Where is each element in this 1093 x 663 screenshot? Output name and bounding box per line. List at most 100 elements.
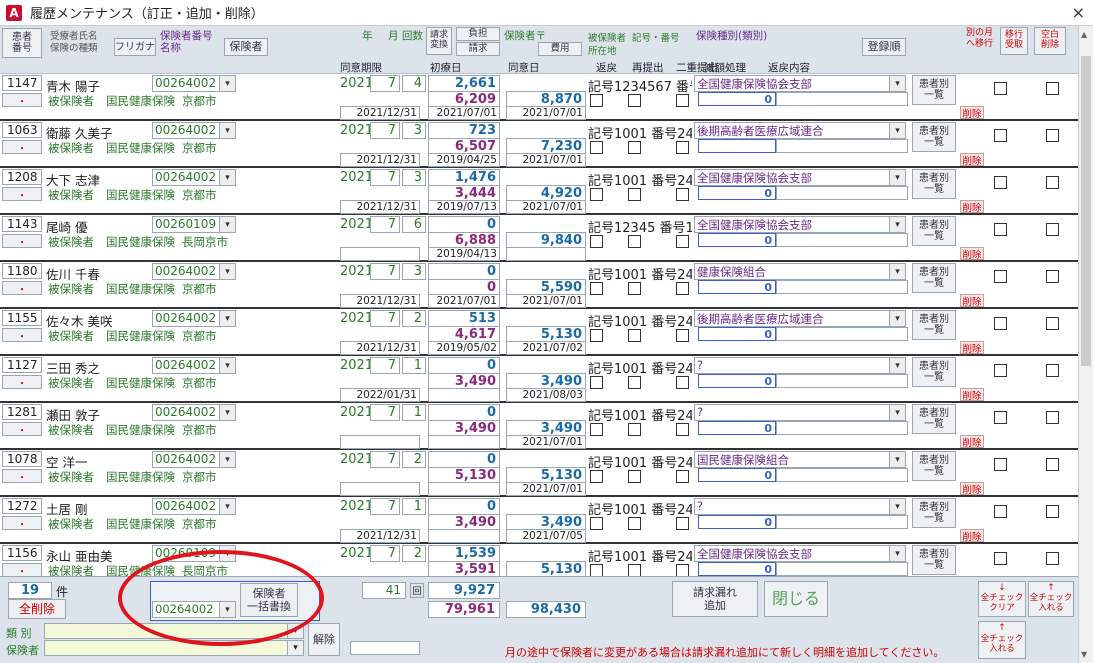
reduction-detail[interactable] (776, 468, 908, 482)
insurance-kind-select[interactable]: 全国健康保険協会支部 ▾ (694, 545, 906, 562)
year-value[interactable]: 2021 (340, 546, 373, 561)
insurer-sort-button[interactable]: 保険者 (224, 38, 268, 56)
fee-button[interactable]: 費用 (538, 42, 582, 56)
chevron-down-icon[interactable]: ▾ (219, 546, 235, 561)
check-all-button-1[interactable]: ↑ 全チェック 入れる (1028, 581, 1074, 617)
delete-button[interactable]: 削除 (960, 294, 984, 308)
burden-amount[interactable]: 0 (428, 357, 500, 374)
reduction-amount[interactable]: 0 (698, 327, 776, 341)
row-menu-button[interactable]: ・ (2, 234, 42, 249)
resubmit-checkbox[interactable] (628, 329, 641, 342)
consent-date[interactable]: 2021/07/02 (506, 341, 586, 355)
reduction-amount[interactable]: 0 (698, 233, 776, 247)
table-row[interactable]: 1281 瀬田 敦子 00264002 ▾ ・ 被保険者 国民健康保険 京都市 … (0, 403, 1078, 450)
patient-list-button[interactable]: 患者別 一覧 (912, 169, 956, 199)
burden-amount[interactable]: 723 (428, 122, 500, 139)
patient-id[interactable]: 1143 (2, 216, 42, 232)
transfer-receive-button[interactable]: 移行 受取 (1000, 27, 1028, 55)
count-field[interactable]: 1 (402, 498, 426, 515)
reduction-detail[interactable] (776, 327, 908, 341)
resubmit-checkbox[interactable] (628, 188, 641, 201)
fee-amount[interactable]: 5,590 (506, 279, 586, 295)
resubmit-checkbox[interactable] (628, 141, 641, 154)
burden-amount[interactable]: 0 (428, 451, 500, 468)
vertical-scrollbar[interactable]: ▲ ▼ (1078, 26, 1093, 663)
claim-amount[interactable]: 3,490 (428, 514, 500, 530)
patient-list-button[interactable]: 患者別 一覧 (912, 404, 956, 434)
month-field[interactable]: 7 (370, 545, 400, 562)
chevron-down-icon[interactable]: ▾ (219, 76, 235, 91)
consent-date[interactable]: 2021/07/05 (506, 529, 586, 543)
move-other-month-checkbox[interactable] (994, 411, 1007, 424)
first-visit-date[interactable]: 2019/07/13 (428, 200, 500, 214)
consent-limit-date[interactable]: 2021/12/31 (340, 294, 420, 308)
month-field[interactable]: 7 (370, 122, 400, 139)
burden-amount[interactable]: 1,539 (428, 545, 500, 562)
move-other-month-checkbox[interactable] (994, 364, 1007, 377)
delete-button[interactable]: 削除 (960, 153, 984, 167)
patient-id[interactable]: 1281 (2, 404, 42, 420)
patient-id[interactable]: 1180 (2, 263, 42, 279)
chevron-down-icon[interactable]: ▾ (889, 123, 905, 138)
insurance-kind-select[interactable]: 健康保険組合 ▾ (694, 263, 906, 280)
return-checkbox[interactable] (590, 517, 603, 530)
return-checkbox[interactable] (590, 376, 603, 389)
insurance-kind-select[interactable]: 国民健康保険組合 ▾ (694, 451, 906, 468)
reduction-detail[interactable] (776, 515, 908, 529)
insurer-number-select[interactable]: 00264002 ▾ (152, 357, 236, 374)
return-checkbox[interactable] (590, 141, 603, 154)
patient-id[interactable]: 1208 (2, 169, 42, 185)
month-field[interactable]: 7 (370, 310, 400, 327)
fee-amount[interactable]: 3,490 (506, 373, 586, 389)
check-all-button-2[interactable]: ↑ 全チェック 入れる (978, 621, 1026, 659)
patient-id[interactable]: 1063 (2, 122, 42, 138)
double-submit-checkbox[interactable] (676, 329, 689, 342)
row-menu-button[interactable]: ・ (2, 469, 42, 484)
burden-amount[interactable]: 513 (428, 310, 500, 327)
patient-list-button[interactable]: 患者別 一覧 (912, 451, 956, 481)
insurer-number-select[interactable]: 00264002 ▾ (152, 263, 236, 280)
insurer-number-select[interactable]: 00264002 ▾ (152, 122, 236, 139)
return-checkbox[interactable] (590, 423, 603, 436)
resubmit-checkbox[interactable] (628, 423, 641, 436)
table-row[interactable]: 1272 土居 剛 00264002 ▾ ・ 被保険者 国民健康保険 京都市 2… (0, 497, 1078, 544)
table-row[interactable]: 1063 衛藤 久美子 00264002 ▾ ・ 被保険者 国民健康保険 京都市… (0, 121, 1078, 168)
reduction-amount[interactable]: 0 (698, 280, 776, 294)
empty-delete-checkbox[interactable] (1046, 317, 1059, 330)
chevron-down-icon[interactable]: ▾ (889, 452, 905, 467)
count-field[interactable]: 3 (402, 263, 426, 280)
year-value[interactable]: 2021 (340, 499, 373, 514)
consent-date[interactable]: 2021/07/01 (506, 482, 586, 496)
reduction-detail[interactable] (776, 139, 908, 153)
claim-amount[interactable]: 3,490 (428, 420, 500, 436)
month-field[interactable]: 7 (370, 498, 400, 515)
scroll-down-icon[interactable]: ▼ (1081, 650, 1087, 659)
resubmit-checkbox[interactable] (628, 517, 641, 530)
first-visit-date[interactable]: 2019/04/13 (428, 247, 500, 261)
consent-limit-date[interactable] (340, 247, 420, 261)
delete-button[interactable]: 削除 (960, 200, 984, 214)
insurance-kind-select[interactable]: 後期高齢者医療広域連合 ▾ (694, 310, 906, 327)
insurance-kind-select[interactable]: ? ▾ (694, 498, 906, 515)
check-clear-all-button[interactable]: ↓ 全チェック クリア (978, 581, 1026, 617)
first-visit-date[interactable]: 2021/07/01 (428, 294, 500, 308)
claim-amount[interactable]: 3,591 (428, 561, 500, 576)
row-menu-button[interactable]: ・ (2, 93, 42, 108)
first-visit-date[interactable] (428, 482, 500, 496)
first-visit-date[interactable]: 2019/04/25 (428, 153, 500, 167)
row-menu-button[interactable]: ・ (2, 140, 42, 155)
insurer-number-select[interactable]: 00264002 ▾ (152, 169, 236, 186)
reduction-detail[interactable] (776, 280, 908, 294)
claim-missing-add-button[interactable]: 請求漏れ 追加 (672, 581, 758, 617)
patient-id[interactable]: 1156 (2, 545, 42, 561)
double-submit-checkbox[interactable] (676, 141, 689, 154)
month-field[interactable]: 7 (370, 263, 400, 280)
patient-list-button[interactable]: 患者別 一覧 (912, 75, 956, 105)
move-other-month-checkbox[interactable] (994, 176, 1007, 189)
return-checkbox[interactable] (590, 282, 603, 295)
claim-amount[interactable]: 3,490 (428, 373, 500, 389)
delete-button[interactable]: 削除 (960, 341, 984, 355)
consent-date[interactable]: 2021/07/01 (506, 435, 586, 449)
double-submit-checkbox[interactable] (676, 517, 689, 530)
patient-list-button[interactable]: 患者別 一覧 (912, 310, 956, 340)
